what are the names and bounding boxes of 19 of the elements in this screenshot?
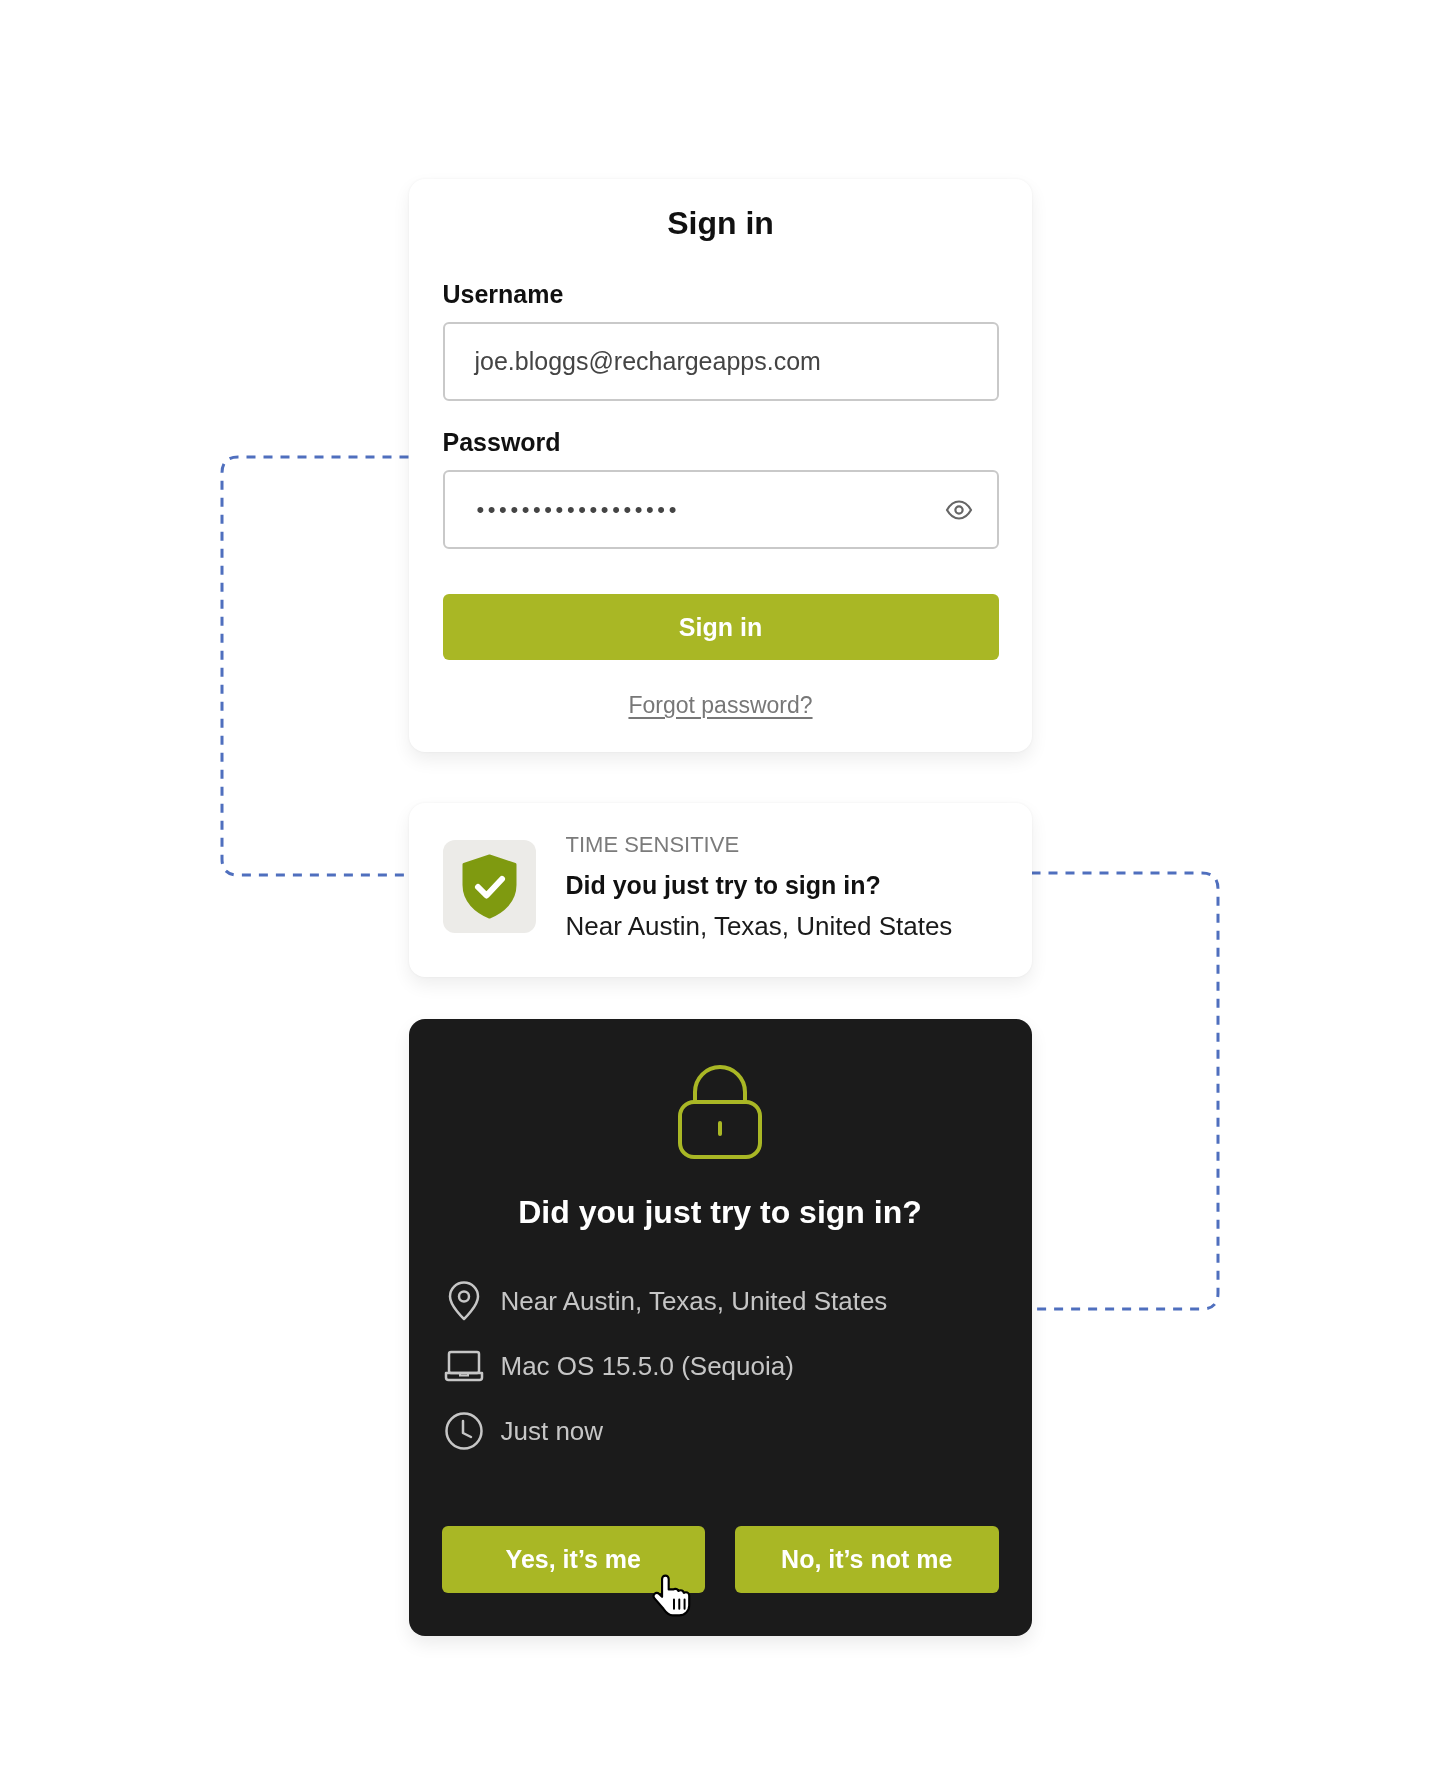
forgot-password-link[interactable]: Forgot password? (628, 691, 813, 719)
notification-title: Did you just try to sign in? (565, 870, 881, 901)
time-text: Just now (500, 1415, 604, 1448)
clock-icon (443, 1411, 484, 1451)
field-label: Password (442, 427, 561, 457)
location-text: Near Austin, Texas, United States (500, 1285, 888, 1318)
eye-icon[interactable] (944, 499, 973, 520)
padlock-icon (678, 1065, 762, 1159)
password-field[interactable]: •••••••••••••••••• (442, 470, 999, 549)
notification-body: Near Austin, Texas, United States (565, 910, 953, 943)
field-label: Username (442, 279, 564, 309)
shield-check-icon (442, 839, 536, 933)
card-title: Sign in (667, 204, 774, 243)
location-pin-icon (446, 1281, 481, 1321)
verification-title: Did you just try to sign in? (518, 1193, 922, 1232)
laptop-icon (443, 1350, 484, 1382)
text-field[interactable]: joe.bloggs@rechargeapps.com (442, 322, 999, 401)
notification-category: TIME SENSITIVE (565, 831, 740, 859)
device-text: Mac OS 15.5.0 (Sequoia) (500, 1350, 794, 1383)
